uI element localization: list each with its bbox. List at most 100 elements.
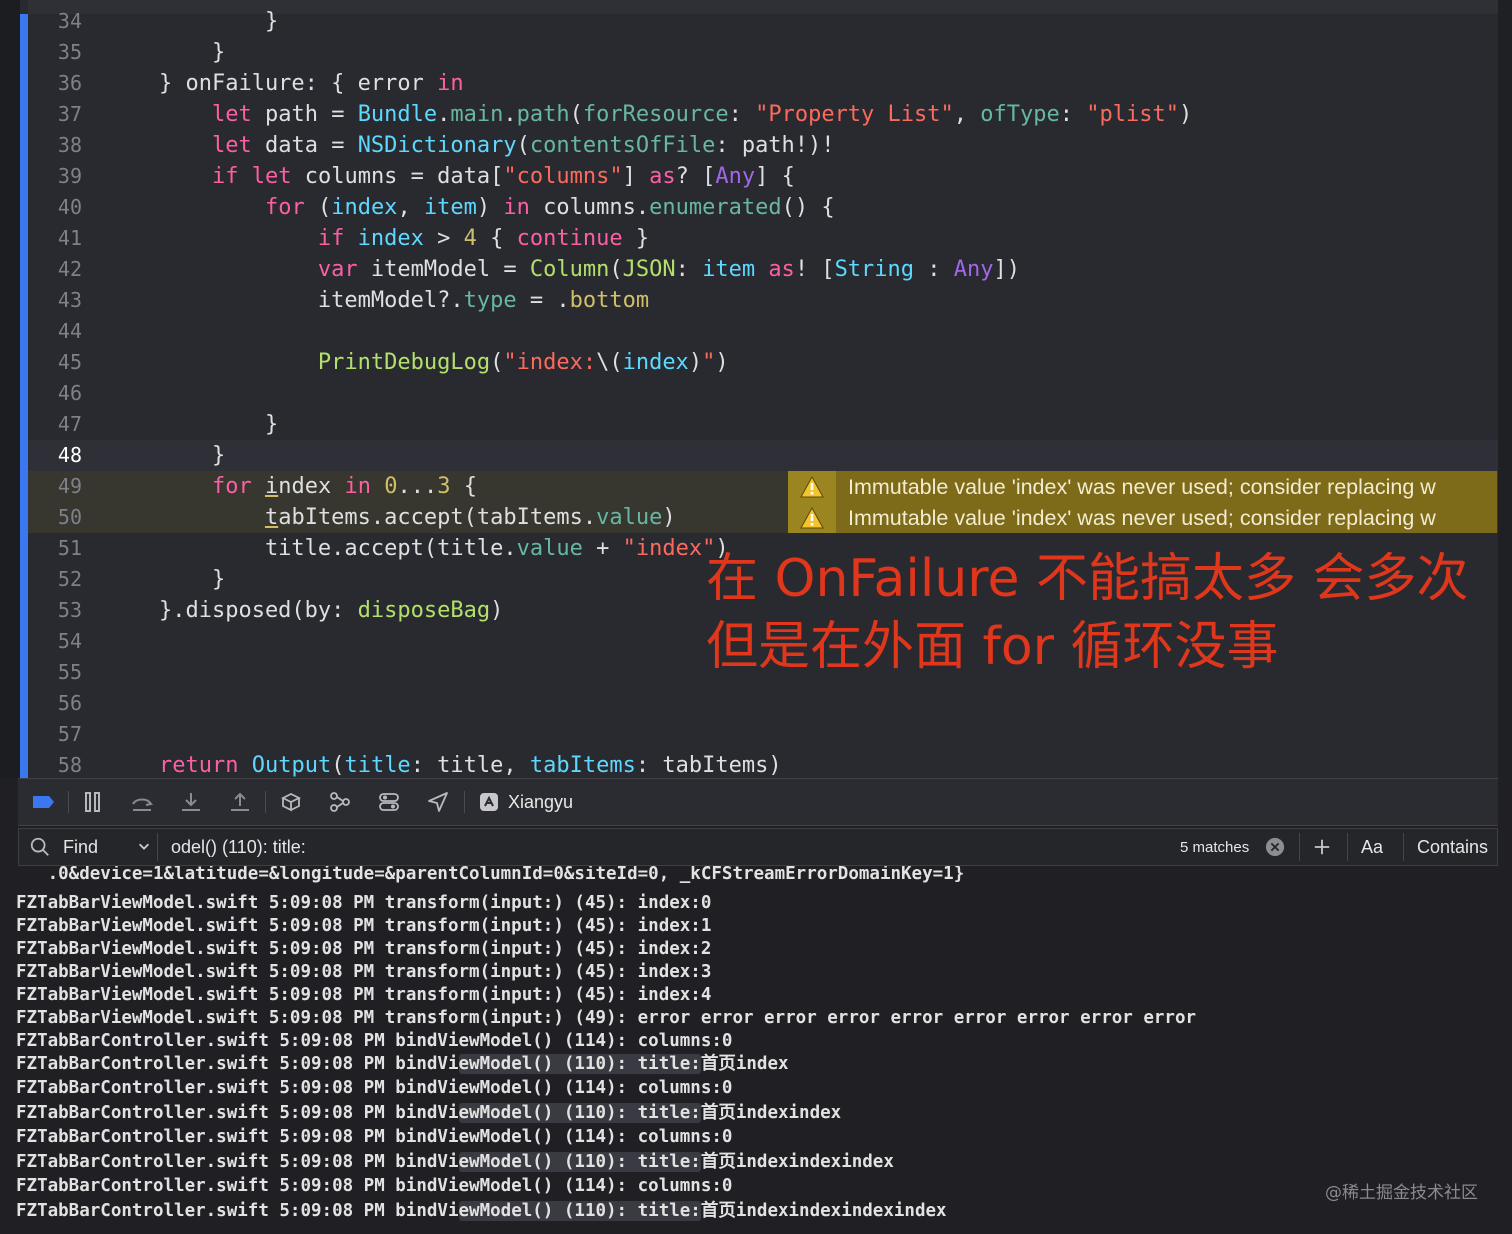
code-line[interactable]: 44: [28, 316, 1498, 347]
line-number[interactable]: 44: [28, 316, 82, 347]
line-number[interactable]: 42: [28, 254, 82, 285]
line-number[interactable]: 56: [28, 688, 82, 719]
line-number[interactable]: 57: [28, 719, 82, 750]
memory-graph-icon[interactable]: [327, 789, 353, 815]
line-number[interactable]: 40: [28, 192, 82, 223]
code-line[interactable]: 41 if index > 4 { continue }: [28, 223, 1498, 254]
log-line[interactable]: FZTabBarController.swift 5:09:08 PM bind…: [16, 1174, 732, 1198]
breakpoints-toggle-icon[interactable]: [30, 789, 56, 815]
line-number[interactable]: 43: [28, 285, 82, 316]
code-line[interactable]: 38 let data = NSDictionary(contentsOfFil…: [28, 130, 1498, 161]
line-number[interactable]: 45: [28, 347, 82, 378]
source-editor[interactable]: 34 } 35 } 36 } onFailure: { error in 37 let…: [0, 0, 1512, 778]
code-line[interactable]: 37 let path = Bundle.main.path(forResour…: [28, 99, 1498, 130]
code-text[interactable]: PrintDebugLog("index:\(index)"): [106, 347, 729, 378]
code-text[interactable]: }.disposed(by: disposeBag): [106, 595, 503, 626]
pause-icon[interactable]: [80, 789, 106, 815]
clear-search-icon[interactable]: [1265, 829, 1287, 865]
line-number[interactable]: 48: [28, 440, 82, 471]
code-text[interactable]: title.accept(title.value + "index"): [106, 533, 729, 564]
line-number[interactable]: 53: [28, 595, 82, 626]
line-number[interactable]: 41: [28, 223, 82, 254]
log-line[interactable]: FZTabBarController.swift 5:09:08 PM bind…: [16, 1101, 841, 1125]
environment-overrides-icon[interactable]: [376, 789, 402, 815]
view-hierarchy-icon[interactable]: [278, 789, 304, 815]
code-text[interactable]: itemModel?.type = .bottom: [106, 285, 649, 316]
step-over-icon[interactable]: [129, 789, 155, 815]
line-number[interactable]: 46: [28, 378, 82, 409]
line-number[interactable]: 52: [28, 564, 82, 595]
log-line[interactable]: FZTabBarController.swift 5:09:08 PM bind…: [16, 1125, 732, 1149]
log-line[interactable]: .0&device=1&latitude=&longitude=&parentC…: [16, 866, 965, 886]
code-text[interactable]: }: [106, 564, 225, 595]
line-number[interactable]: 47: [28, 409, 82, 440]
code-text[interactable]: for (index, item) in columns.enumerated(…: [106, 192, 835, 223]
log-line[interactable]: FZTabBarController.swift 5:09:08 PM bind…: [16, 1150, 894, 1174]
code-line[interactable]: 42 var itemModel = Column(JSON: item as!…: [28, 254, 1498, 285]
log-line[interactable]: FZTabBarViewModel.swift 5:09:08 PM trans…: [16, 1006, 1196, 1030]
code-line[interactable]: 57: [28, 719, 1498, 750]
line-number[interactable]: 50: [28, 502, 82, 533]
line-number[interactable]: 39: [28, 161, 82, 192]
log-line[interactable]: FZTabBarController.swift 5:09:08 PM bind…: [16, 1052, 789, 1076]
search-input[interactable]: odel() (110): title:: [171, 829, 1171, 865]
code-text[interactable]: for index in 0...3 {: [106, 471, 477, 502]
code-line[interactable]: 47 }: [28, 409, 1498, 440]
code-text[interactable]: }: [106, 440, 225, 471]
code-text[interactable]: }: [106, 409, 278, 440]
log-line[interactable]: FZTabBarViewModel.swift 5:09:08 PM trans…: [16, 983, 711, 1007]
add-filter-icon[interactable]: [1313, 829, 1335, 865]
code-line[interactable]: 35 }: [28, 37, 1498, 68]
location-icon[interactable]: [425, 789, 451, 815]
code-token: Column: [529, 257, 610, 282]
console-output[interactable]: .0&device=1&latitude=&longitude=&parentC…: [0, 866, 1512, 1234]
code-line[interactable]: 56: [28, 688, 1498, 719]
code-line[interactable]: 43 itemModel?.type = .bottom: [28, 285, 1498, 316]
log-line[interactable]: FZTabBarController.swift 5:09:08 PM bind…: [16, 1076, 732, 1100]
line-number[interactable]: 55: [28, 657, 82, 688]
code-text[interactable]: var itemModel = Column(JSON: item as! [S…: [106, 254, 1020, 285]
find-mode-dropdown[interactable]: Find: [63, 829, 149, 865]
step-into-icon[interactable]: [178, 789, 204, 815]
log-line[interactable]: FZTabBarViewModel.swift 5:09:08 PM trans…: [16, 891, 711, 915]
code-text[interactable]: }: [106, 37, 225, 68]
code-line[interactable]: 58 return Output(title: title, tabItems:…: [28, 750, 1498, 778]
code-line[interactable]: 34 }: [28, 6, 1498, 37]
line-number[interactable]: 35: [28, 37, 82, 68]
code-text[interactable]: } onFailure: { error in: [106, 68, 464, 99]
step-out-icon[interactable]: [227, 789, 253, 815]
code-text[interactable]: if let columns = data["columns"] as? [An…: [106, 161, 795, 192]
log-line[interactable]: FZTabBarViewModel.swift 5:09:08 PM trans…: [16, 960, 711, 984]
match-mode-dropdown[interactable]: Contains: [1417, 829, 1488, 865]
line-number[interactable]: 37: [28, 99, 82, 130]
code-text[interactable]: let path = Bundle.main.path(forResource:…: [106, 99, 1192, 130]
case-sensitive-toggle[interactable]: Aa: [1361, 829, 1383, 865]
line-number[interactable]: 58: [28, 750, 82, 778]
code-line[interactable]: 48 }: [28, 440, 1498, 471]
log-line[interactable]: FZTabBarViewModel.swift 5:09:08 PM trans…: [16, 937, 711, 961]
warning-badge[interactable]: Immutable value 'index' was never used; …: [788, 502, 1497, 533]
log-line[interactable]: FZTabBarController.swift 5:09:08 PM bind…: [16, 1029, 732, 1053]
code-line[interactable]: 39 if let columns = data["columns"] as? …: [28, 161, 1498, 192]
code-line[interactable]: 36 } onFailure: { error in: [28, 68, 1498, 99]
code-text[interactable]: if index > 4 { continue }: [106, 223, 649, 254]
log-line[interactable]: FZTabBarViewModel.swift 5:09:08 PM trans…: [16, 914, 711, 938]
code-text[interactable]: }: [106, 6, 278, 37]
line-number[interactable]: 38: [28, 130, 82, 161]
process-name[interactable]: Xiangyu: [508, 779, 573, 825]
code-text[interactable]: return Output(title: title, tabItems: ta…: [106, 750, 782, 778]
code-line[interactable]: 46: [28, 378, 1498, 409]
line-number[interactable]: 34: [28, 6, 82, 37]
warning-badge[interactable]: Immutable value 'index' was never used; …: [788, 471, 1497, 502]
warning-icon[interactable]: [788, 502, 836, 533]
line-number[interactable]: 51: [28, 533, 82, 564]
code-line[interactable]: 45 PrintDebugLog("index:\(index)"): [28, 347, 1498, 378]
line-number[interactable]: 49: [28, 471, 82, 502]
line-number[interactable]: 54: [28, 626, 82, 657]
warning-icon[interactable]: [788, 471, 836, 502]
log-line[interactable]: FZTabBarController.swift 5:09:08 PM bind…: [16, 1199, 947, 1223]
code-line[interactable]: 40 for (index, item) in columns.enumerat…: [28, 192, 1498, 223]
code-text[interactable]: tabItems.accept(tabItems.value): [106, 502, 676, 533]
code-text[interactable]: let data = NSDictionary(contentsOfFile: …: [106, 130, 835, 161]
line-number[interactable]: 36: [28, 68, 82, 99]
